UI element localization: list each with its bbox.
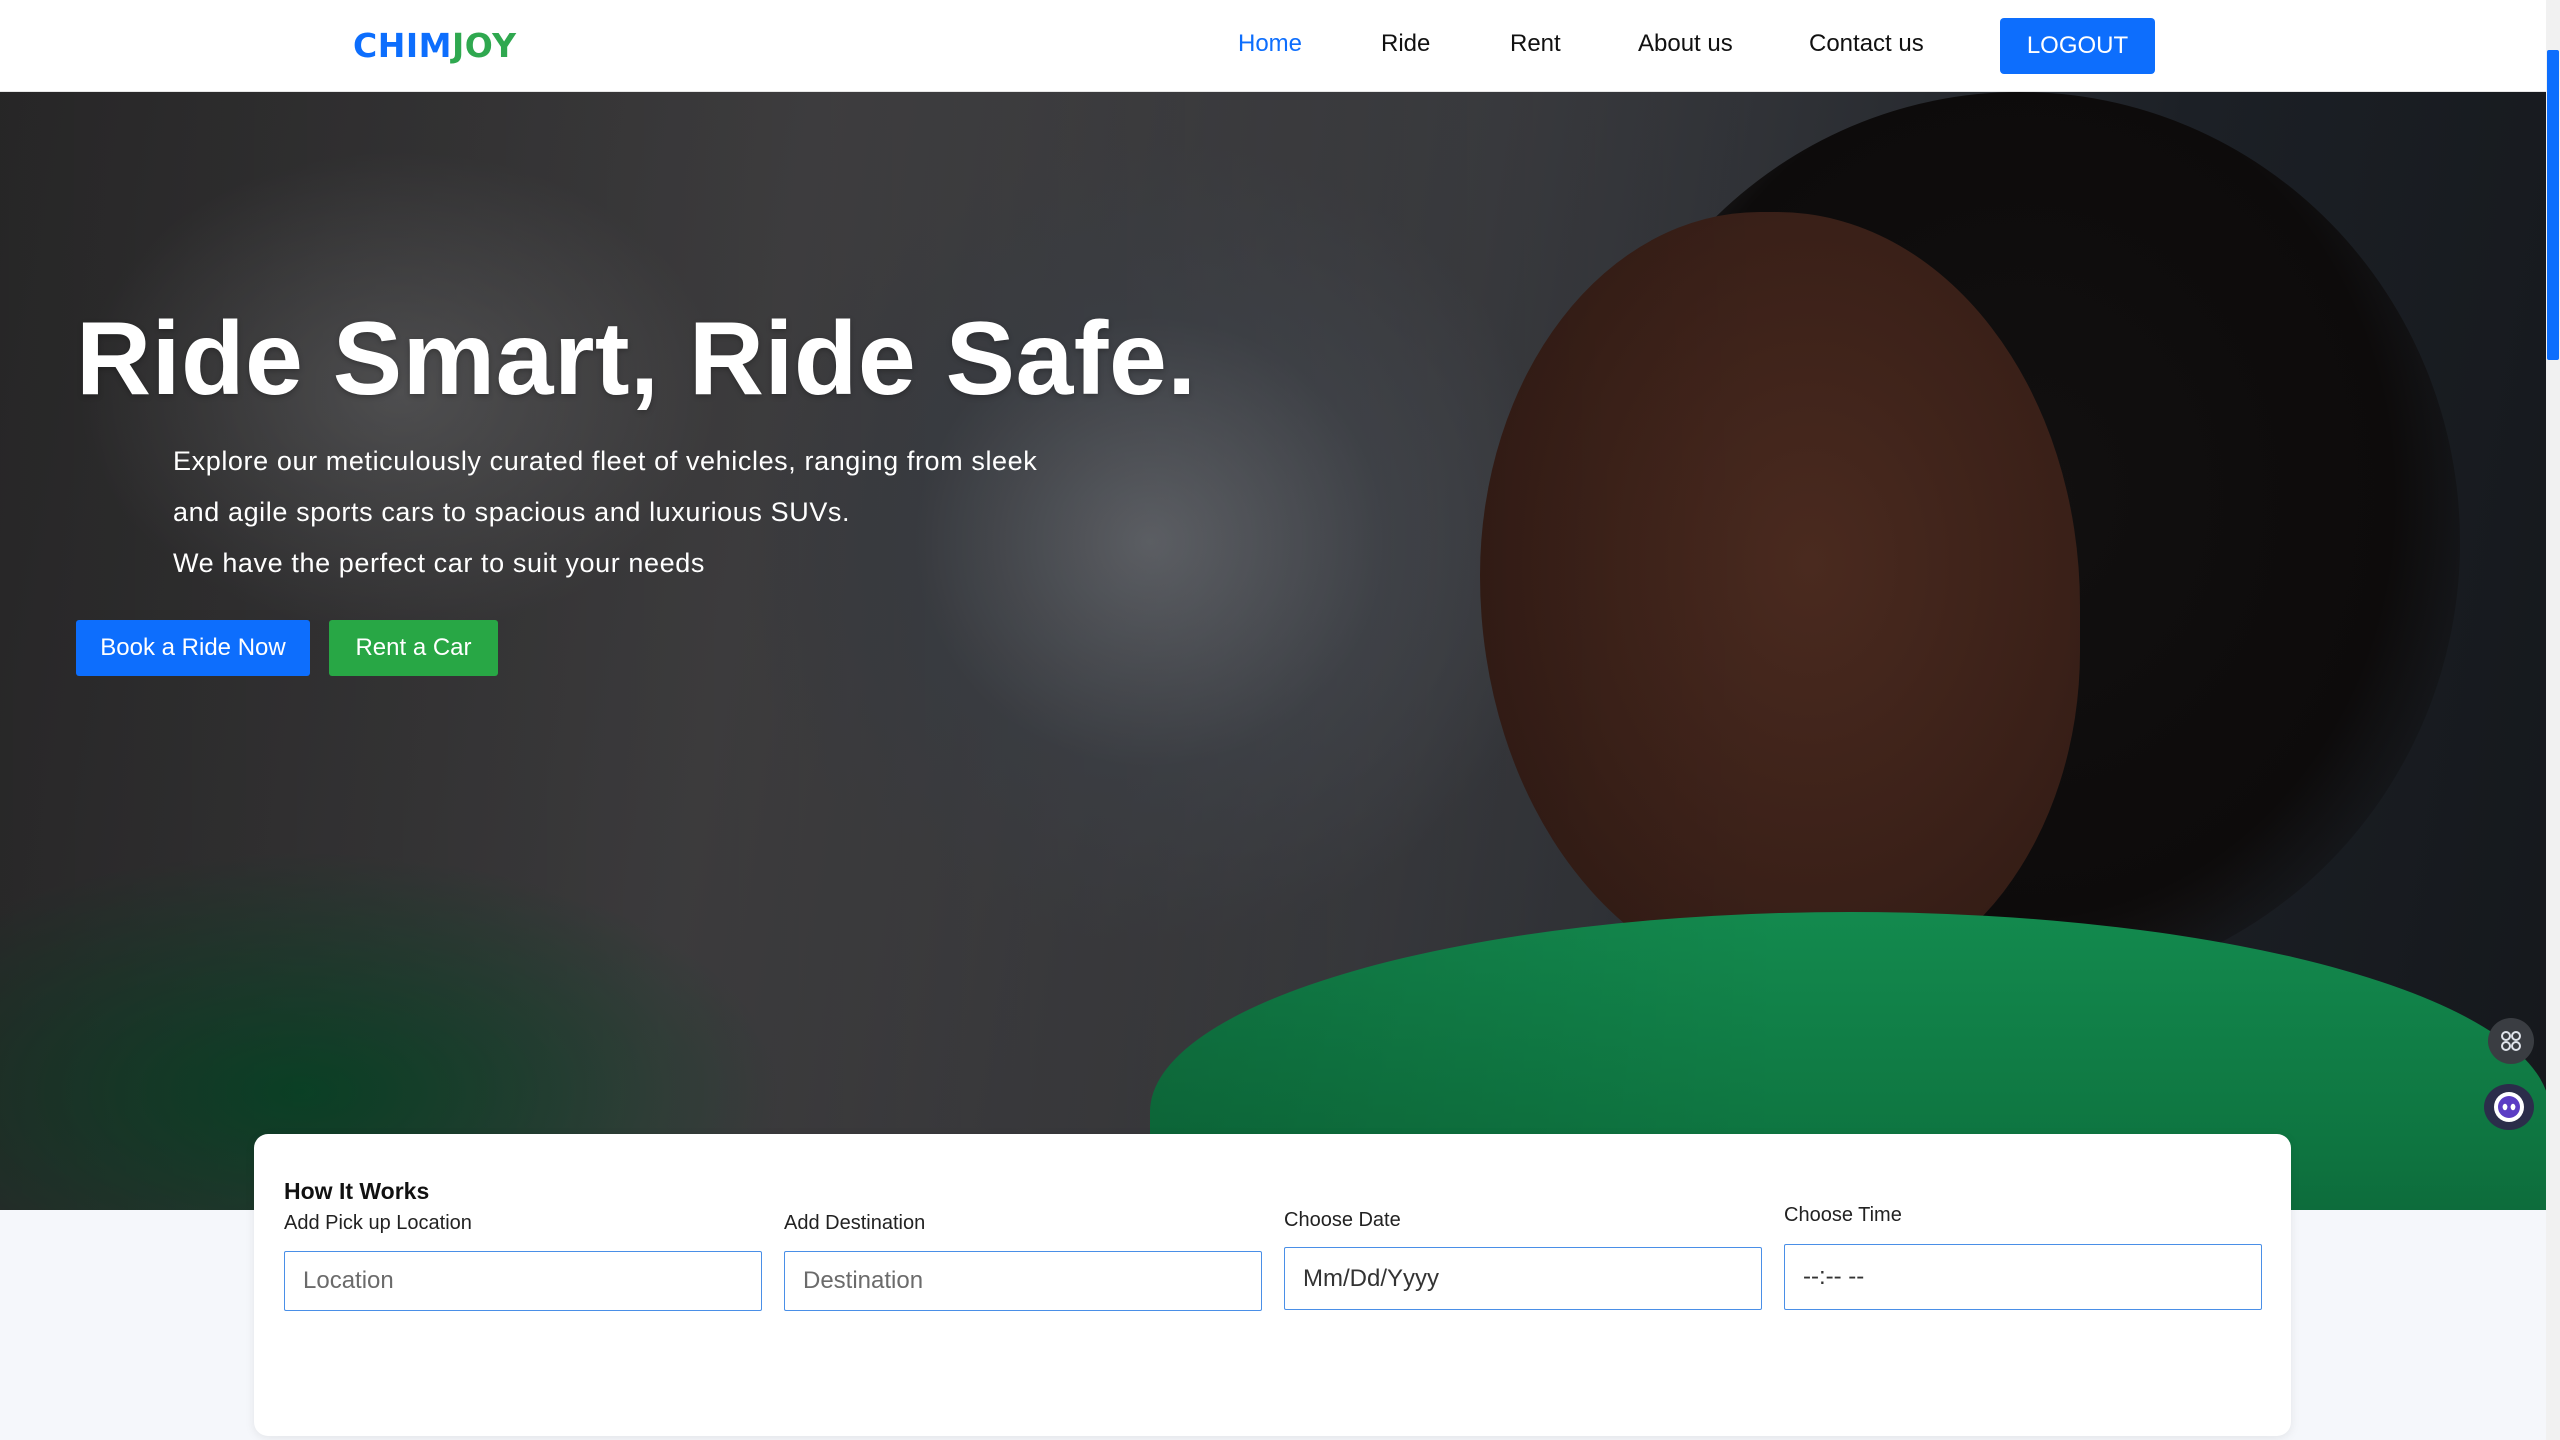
booking-card-title: How It Works [284, 1178, 430, 1204]
nav-contact-us[interactable]: Contact us [1809, 30, 1924, 58]
hero-title: Ride Smart, Ride Safe. [76, 301, 1197, 417]
time-label: Choose Time [1784, 1204, 1902, 1226]
date-input[interactable] [1284, 1247, 1762, 1310]
nav-about-us[interactable]: About us [1638, 30, 1733, 58]
destination-label: Add Destination [784, 1212, 926, 1234]
book-ride-button[interactable]: Book a Ride Now [76, 620, 310, 676]
brand-part-1: CHIM [353, 26, 452, 65]
date-label: Choose Date [1284, 1209, 1401, 1231]
time-input[interactable] [1784, 1244, 2262, 1310]
hero-description-line-1: Explore our meticulously curated fleet o… [173, 446, 1038, 476]
pickup-location-input[interactable] [284, 1251, 762, 1311]
logout-button[interactable]: LOGOUT [2000, 18, 2155, 74]
nav-home[interactable]: Home [1238, 30, 1302, 58]
top-navbar: CHIMJOY Home Ride Rent About us Contact … [0, 0, 2546, 92]
hero-description-line-2: and agile sports cars to spacious and lu… [173, 497, 851, 527]
rent-car-button[interactable]: Rent a Car [329, 620, 498, 676]
nav-ride[interactable]: Ride [1381, 30, 1430, 58]
nav-rent[interactable]: Rent [1510, 30, 1561, 58]
hero-description-line-3: We have the perfect car to suit your nee… [173, 548, 705, 578]
booking-card: How It Works Add Pick up Location Add De… [254, 1134, 2291, 1436]
scrollbar-thumb[interactable] [2547, 50, 2559, 360]
brand-part-2: JOY [451, 26, 517, 65]
assistant-bot-icon[interactable] [2484, 1084, 2534, 1130]
pickup-label: Add Pick up Location [284, 1212, 472, 1234]
brand-logo[interactable]: CHIMJOY [353, 26, 517, 65]
apps-grid-icon[interactable] [2488, 1018, 2534, 1064]
destination-input[interactable] [784, 1251, 1262, 1311]
